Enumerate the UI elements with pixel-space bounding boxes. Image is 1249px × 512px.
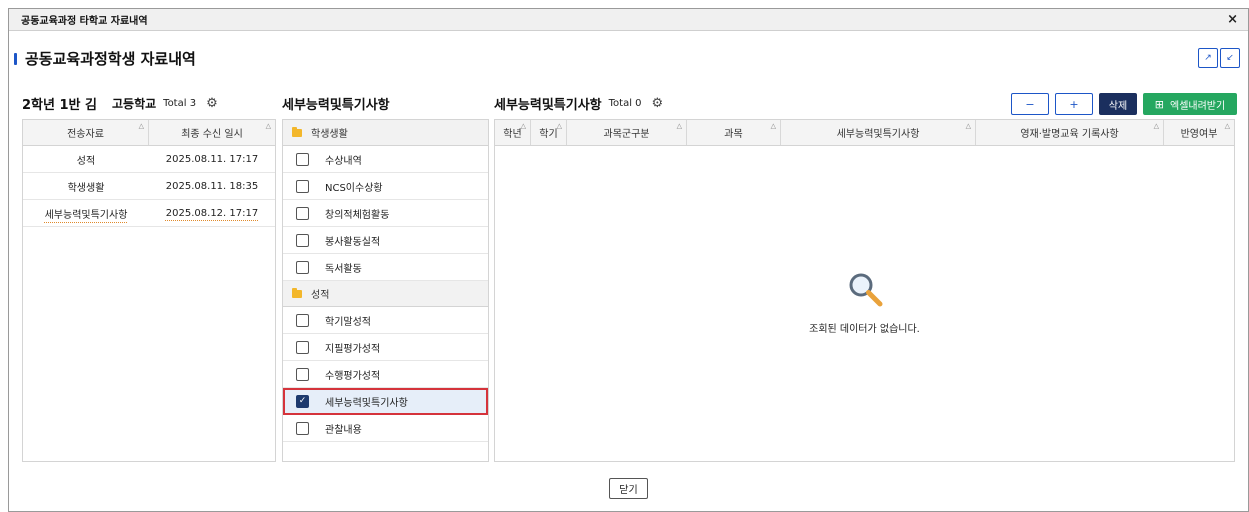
column-header[interactable]: 최종 수신 일시 △ <box>149 120 275 145</box>
tree-item[interactable]: NCS이수상황 <box>283 173 488 200</box>
heading-bar-icon <box>14 52 17 65</box>
tree-group: 성적 <box>283 281 488 307</box>
tree-item[interactable]: 봉사활동실적 <box>283 227 488 254</box>
checkbox-icon[interactable] <box>296 179 309 193</box>
tree-item-label: 지필평가성적 <box>325 343 381 355</box>
tree-item-label: 창의적체험활동 <box>325 209 390 221</box>
right-title: 세부능력및특기사항 <box>494 98 602 113</box>
tree-item-label: NCS이수상황 <box>325 182 383 194</box>
tree-item-label: 학기말성적 <box>325 316 371 328</box>
tree-item[interactable]: 창의적체험활동 <box>283 200 488 227</box>
gear-icon[interactable]: ⚙ <box>652 96 664 111</box>
table-cell: 2025.08.11. 17:17 <box>165 153 259 165</box>
column-header[interactable]: 학기 △ <box>531 120 567 145</box>
excel-download-label: 엑셀내려받기 <box>1170 100 1226 112</box>
tree-item[interactable]: 학기말성적 <box>283 307 488 334</box>
tree-group-label: 학생생활 <box>311 129 348 140</box>
checkbox-icon[interactable] <box>296 152 309 166</box>
tree-item-label: 독서활동 <box>325 263 362 275</box>
expand-icon[interactable]: ↗ <box>1198 48 1218 68</box>
received-data-table: 전송자료 △ 최종 수신 일시 △ 성적 2025.08.11. 17:17 학생생… <box>22 119 276 462</box>
add-row-button[interactable]: + <box>1055 93 1093 115</box>
folder-icon <box>292 126 302 137</box>
right-total: Total 0 <box>608 98 642 109</box>
table-cell: 세부능력및특기사항 <box>44 209 128 221</box>
table-cell: 2025.08.12. 17:17 <box>165 207 259 219</box>
title-bar: 공동교육과정 타학교 자료내역 × <box>9 9 1248 31</box>
checkbox-icon[interactable] <box>296 206 309 220</box>
table-cell: 학생생활 <box>67 182 105 194</box>
tree-item[interactable]: 수상내역 <box>283 146 488 173</box>
checkbox-icon[interactable] <box>296 233 309 247</box>
gear-icon[interactable]: ⚙ <box>206 96 218 111</box>
table-header: 전송자료 △ 최종 수신 일시 △ <box>23 120 275 146</box>
grid-icon: ⊞ <box>1154 97 1164 111</box>
left-section-title: 2학년 1반 김 고등학교 Total 3 ⚙ <box>22 94 218 113</box>
empty-state: 조회된 데이터가 없습니다. <box>495 270 1234 335</box>
checkbox-icon[interactable] <box>296 260 309 274</box>
right-section-title: 세부능력및특기사항 Total 0 ⚙ <box>494 94 663 113</box>
folder-icon <box>292 287 302 298</box>
checkbox-checked-icon[interactable]: ✓ <box>296 394 309 408</box>
table-cell: 2025.08.11. 18:35 <box>165 180 259 192</box>
tree-item-label: 세부능력및특기사항 <box>325 397 408 409</box>
detail-grid: 학년 △ 학기 △ 과목군구분 △ 과목 △ 세부능력및특기사항 △ 영재·발명교육 기록… <box>494 119 1235 462</box>
student-label: 2학년 1반 김 <box>22 98 97 113</box>
middle-section-title: 세부능력및특기사항 <box>282 94 390 113</box>
column-header[interactable]: 학년 △ <box>495 120 531 145</box>
school-label: 고등학교 <box>111 97 157 111</box>
remove-row-button[interactable]: − <box>1011 93 1049 115</box>
table-cell: 성적 <box>76 155 96 167</box>
grid-header: 학년 △ 학기 △ 과목군구분 △ 과목 △ 세부능력및특기사항 △ 영재·발명교육 기록… <box>495 120 1234 146</box>
page-heading: 공동교육과정학생 자료내역 <box>14 48 196 69</box>
table-row[interactable]: 학생생활 2025.08.11. 18:35 <box>23 173 275 200</box>
checkbox-icon[interactable] <box>296 367 309 381</box>
column-header[interactable]: 전송자료 △ <box>23 120 149 145</box>
table-row[interactable]: 세부능력및특기사항 2025.08.12. 17:17 <box>23 200 275 227</box>
column-header[interactable]: 과목군구분 △ <box>567 120 687 145</box>
column-header[interactable]: 반영여부 △ <box>1164 120 1234 145</box>
tree-item[interactable]: 독서활동 <box>283 254 488 281</box>
checkbox-icon[interactable] <box>296 313 309 327</box>
collapse-icon[interactable]: ↙ <box>1220 48 1240 68</box>
magnifier-icon <box>849 273 882 307</box>
tree-item-label: 관찰내용 <box>325 424 362 436</box>
tree-item-label: 수행평가성적 <box>325 370 381 382</box>
category-tree: 학생생활 수상내역 NCS이수상황 창의적체험활동 봉사활동실적 독서활동 성적… <box>282 119 489 462</box>
excel-download-button[interactable]: ⊞ 엑셀내려받기 <box>1143 93 1237 115</box>
tree-group-label: 성적 <box>311 290 330 301</box>
empty-message: 조회된 데이터가 없습니다. <box>809 324 920 335</box>
left-total: Total 3 <box>163 98 197 109</box>
tree-item-label: 봉사활동실적 <box>325 236 381 248</box>
checkbox-icon[interactable] <box>296 421 309 435</box>
tree-item[interactable]: 수행평가성적 <box>283 361 488 388</box>
delete-button[interactable]: 삭제 <box>1099 93 1137 115</box>
column-header[interactable]: 과목 △ <box>687 120 781 145</box>
tree-item-label: 수상내역 <box>325 155 362 167</box>
middle-title: 세부능력및특기사항 <box>282 98 390 113</box>
close-button[interactable]: 닫기 <box>609 478 648 499</box>
page-title: 공동교육과정학생 자료내역 <box>25 50 196 68</box>
column-header[interactable]: 영재·발명교육 기록사항 △ <box>976 120 1164 145</box>
tree-group: 학생생활 <box>283 120 488 146</box>
tree-item[interactable]: 관찰내용 <box>283 415 488 442</box>
grid-toolbar: − + 삭제 ⊞ 엑셀내려받기 <box>1011 93 1237 115</box>
window-title: 공동교육과정 타학교 자료내역 <box>21 16 148 27</box>
close-icon[interactable]: × <box>1227 13 1238 26</box>
column-header[interactable]: 세부능력및특기사항 △ <box>781 120 976 145</box>
tree-item[interactable]: 지필평가성적 <box>283 334 488 361</box>
checkbox-icon[interactable] <box>296 340 309 354</box>
window-size-controls: ↗ ↙ <box>1198 48 1240 68</box>
table-row[interactable]: 성적 2025.08.11. 17:17 <box>23 146 275 173</box>
tree-item-selected[interactable]: ✓ 세부능력및특기사항 <box>283 388 488 415</box>
